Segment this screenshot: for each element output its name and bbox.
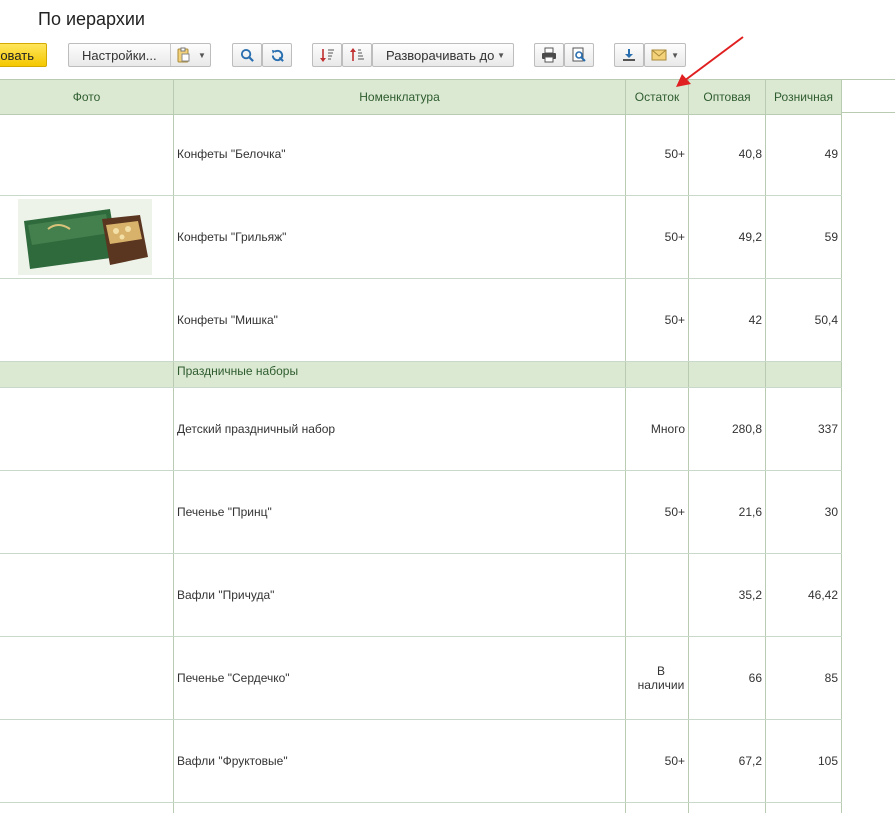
- stock-cell: [626, 554, 689, 636]
- product-photo: [18, 199, 152, 275]
- search-icon: [240, 44, 255, 66]
- wholesale-cell: 42: [689, 279, 766, 361]
- sort-ascending-icon: [319, 44, 335, 66]
- photo-cell: [0, 554, 174, 636]
- wholesale-cell: 66: [689, 637, 766, 719]
- column-photo[interactable]: Фото: [0, 80, 174, 114]
- wholesale-cell: 280,8: [689, 388, 766, 470]
- photo-cell: [0, 803, 174, 813]
- stock-cell: Много: [626, 388, 689, 470]
- nomenclature-cell: Печенье "Принц": [174, 471, 626, 553]
- wholesale-cell: 49,2: [689, 196, 766, 278]
- table-row[interactable]: Вафли "Фруктовые" 50+ 67,2 105: [0, 720, 842, 803]
- wholesale-cell: 40,8: [689, 113, 766, 195]
- chevron-down-icon: ▼: [497, 50, 505, 60]
- nomenclature-cell: Конфеты "Мишка": [174, 279, 626, 361]
- photo-cell: [0, 279, 174, 361]
- wholesale-cell: 21,6: [689, 471, 766, 553]
- table-row[interactable]: Печенье "Принц" 50+ 21,6 30: [0, 471, 842, 554]
- wholesale-cell: 35,2: [689, 554, 766, 636]
- nomenclature-cell: Детский праздничный набор: [174, 388, 626, 470]
- retail-cell: [766, 803, 842, 813]
- table-row[interactable]: Вафли "Причуда" 35,2 46,42: [0, 554, 842, 637]
- wholesale-cell: [689, 362, 766, 387]
- stock-cell: 50+: [626, 471, 689, 553]
- wholesale-cell: [689, 803, 766, 813]
- header-filler: [842, 79, 895, 113]
- stock-cell: 50+: [626, 113, 689, 195]
- print-preview-button[interactable]: [564, 43, 594, 67]
- retail-cell: 50,4: [766, 279, 842, 361]
- stock-cell: В наличии: [626, 637, 689, 719]
- download-icon: [621, 44, 637, 66]
- stock-cell: 50+: [626, 720, 689, 802]
- table-row[interactable]: Печенье "Сердечко" В наличии 66 85: [0, 637, 842, 720]
- retail-cell: 105: [766, 720, 842, 802]
- table-row[interactable]: Конфеты "Грильяж" 50+ 49,2 59: [0, 196, 842, 279]
- photo-cell: [0, 196, 174, 278]
- stock-cell: 50+: [626, 196, 689, 278]
- nomenclature-cell: Конфеты "Белочка": [174, 113, 626, 195]
- nomenclature-cell: Конфеты "Грильяж": [174, 196, 626, 278]
- settings-label: Настройки...: [82, 47, 157, 63]
- stock-cell: [626, 362, 689, 387]
- download-button[interactable]: [614, 43, 644, 67]
- refresh-search-icon: [270, 44, 285, 66]
- stock-cell: 50+: [626, 279, 689, 361]
- photo-cell: [0, 720, 174, 802]
- wholesale-cell: 67,2: [689, 720, 766, 802]
- annotation-arrow-icon: [676, 36, 744, 87]
- retail-cell: [766, 362, 842, 387]
- retail-cell: 337: [766, 388, 842, 470]
- group-name-cell: Праздничные наборы: [174, 362, 626, 387]
- photo-cell: [0, 362, 174, 387]
- table-row[interactable]: Детский праздничный набор Много 280,8 33…: [0, 388, 842, 471]
- sort-descending-icon: [349, 44, 365, 66]
- photo-cell: [0, 471, 174, 553]
- clipboard-icon: [173, 44, 193, 66]
- sort-ascending-button[interactable]: [312, 43, 342, 67]
- stock-cell: [626, 803, 689, 813]
- retail-cell: 46,42: [766, 554, 842, 636]
- table-row[interactable]: [0, 803, 842, 813]
- expand-to-dropdown[interactable]: Разворачивать до ▼: [372, 43, 514, 67]
- nomenclature-cell: Вафли "Причуда": [174, 554, 626, 636]
- retail-cell: 30: [766, 471, 842, 553]
- retail-cell: 49: [766, 113, 842, 195]
- table-row[interactable]: Конфеты "Мишка" 50+ 42 50,4: [0, 279, 842, 362]
- column-nomenclature[interactable]: Номенклатура: [174, 80, 626, 114]
- photo-cell: [0, 113, 174, 195]
- expand-to-label: Разворачивать до: [386, 47, 495, 63]
- photo-cell: [0, 388, 174, 470]
- table-row[interactable]: Конфеты "Белочка" 50+ 40,8 49: [0, 113, 842, 196]
- group-row[interactable]: Праздничные наборы: [0, 362, 842, 388]
- refresh-search-button[interactable]: [262, 43, 292, 67]
- primary-action-label: овать: [0, 47, 34, 63]
- photo-cell: [0, 637, 174, 719]
- settings-dropdown[interactable]: Настройки... ▼: [68, 43, 211, 67]
- nomenclature-cell: [174, 803, 626, 813]
- print-icon: [541, 44, 557, 66]
- chevron-down-icon: ▼: [198, 50, 206, 60]
- page-title: По иерархии: [38, 9, 145, 29]
- print-button[interactable]: [534, 43, 564, 67]
- sort-descending-button[interactable]: [342, 43, 372, 67]
- column-retail[interactable]: Розничная: [766, 80, 842, 114]
- primary-action-button[interactable]: овать: [0, 43, 47, 67]
- search-button[interactable]: [232, 43, 262, 67]
- retail-cell: 85: [766, 637, 842, 719]
- nomenclature-cell: Вафли "Фруктовые": [174, 720, 626, 802]
- print-preview-icon: [571, 44, 587, 66]
- nomenclature-cell: Печенье "Сердечко": [174, 637, 626, 719]
- retail-cell: 59: [766, 196, 842, 278]
